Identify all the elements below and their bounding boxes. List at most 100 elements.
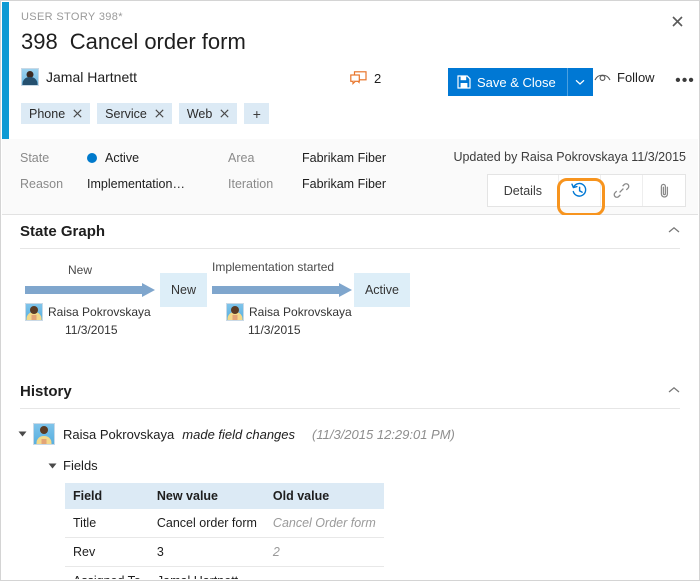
close-icon[interactable] <box>664 8 690 34</box>
detail-tab-group: Details <box>487 174 686 207</box>
tag-chip[interactable]: Web <box>179 103 237 124</box>
history-fields-node[interactable]: Fields <box>50 458 698 473</box>
field-reason-value-wrap[interactable]: Implementation… <box>87 177 185 191</box>
history-title: History <box>20 383 72 400</box>
history-entry-row[interactable]: Raisa Pokrovskaya made field changes (11… <box>20 423 698 445</box>
work-item-dialog: USER STORY 398* 398 Cancel order form Ja… <box>0 0 700 581</box>
field-state-label: State <box>20 151 49 165</box>
column-header-old-value: Old value <box>265 483 384 509</box>
history-person-name: Raisa Pokrovskaya <box>63 427 174 442</box>
state-graph-title: State Graph <box>20 223 105 240</box>
tag-label: Phone <box>29 107 65 121</box>
comment-bubbles-icon <box>350 71 367 86</box>
tag-chip[interactable]: Phone <box>21 103 90 124</box>
field-iteration-value-wrap[interactable]: Fabrikam Fiber <box>302 177 386 191</box>
save-button[interactable]: Save & Close <box>448 68 568 96</box>
column-header-field: Field <box>65 483 149 509</box>
cell-field: Title <box>65 509 149 538</box>
field-area-label: Area <box>228 151 254 165</box>
chevron-up-icon[interactable] <box>668 386 680 394</box>
follow-button-label: Follow <box>617 70 655 85</box>
tab-attachments[interactable] <box>643 175 685 206</box>
tab-history[interactable] <box>559 175 601 206</box>
table-row: Title Cancel order form Cancel Order for… <box>65 509 384 538</box>
field-iteration-label-wrap: Iteration <box>228 177 273 191</box>
triangle-expand-icon[interactable] <box>49 463 57 468</box>
tab-links[interactable] <box>601 175 643 206</box>
transition-date: 11/3/2015 <box>248 323 301 337</box>
close-x-icon[interactable] <box>220 109 229 118</box>
field-state-value-wrap[interactable]: Active <box>87 151 139 165</box>
history-changes-table: Field New value Old value Title Cancel o… <box>65 483 384 579</box>
cell-new-value: 3 <box>149 538 265 567</box>
state-dot-icon <box>87 153 97 163</box>
field-area-label-wrap: Area <box>228 151 254 165</box>
field-iteration-label: Iteration <box>228 177 273 191</box>
close-x-icon[interactable] <box>155 109 164 118</box>
history-action-text: made field changes <box>182 427 295 442</box>
transition-label: New <box>68 263 92 277</box>
tag-label: Web <box>187 107 212 121</box>
transition-person: Raisa Pokrovskaya <box>226 303 352 321</box>
field-state-label-wrap: State <box>20 151 49 165</box>
state-node-active: Active <box>354 273 410 307</box>
more-actions-button[interactable]: ••• <box>673 68 697 94</box>
updated-by-text: Updated by Raisa Pokrovskaya 11/3/2015 <box>453 150 686 164</box>
field-summary-strip: State Active Reason Implementation… Area… <box>2 139 698 215</box>
table-row: Assigned To Jamal Hartnett <box>65 567 384 580</box>
cell-old-value: Cancel Order form <box>265 509 384 538</box>
transition-label: Implementation started <box>212 260 334 274</box>
add-tag-button[interactable]: + <box>244 103 269 124</box>
cell-old-value: 2 <box>265 538 384 567</box>
work-item-id: 398 <box>21 29 58 55</box>
transition-arrow <box>25 283 155 297</box>
cell-field: Rev <box>65 538 149 567</box>
transition-person: Raisa Pokrovskaya <box>25 303 151 321</box>
cell-field: Assigned To <box>65 567 149 580</box>
follow-button[interactable]: Follow <box>594 70 655 85</box>
transition-arrow <box>212 283 352 297</box>
tab-details[interactable]: Details <box>488 175 559 206</box>
history-fields-label: Fields <box>63 458 98 473</box>
person-avatar-icon <box>33 423 55 445</box>
eye-icon <box>594 72 611 84</box>
assigned-to-row[interactable]: Jamal Hartnett <box>21 68 137 86</box>
cell-new-value: Cancel order form <box>149 509 265 538</box>
tag-chip[interactable]: Service <box>97 103 172 124</box>
cell-new-value: Jamal Hartnett <box>149 567 265 580</box>
work-item-header: USER STORY 398* 398 Cancel order form Ja… <box>9 2 698 139</box>
state-graph-diagram: New Raisa Pokrovskaya 11/3/2015 New Impl… <box>20 263 698 363</box>
save-and-close-group[interactable]: Save & Close <box>448 68 593 96</box>
assigned-to-name: Jamal Hartnett <box>46 69 137 85</box>
history-section-header: History <box>20 375 680 409</box>
paperclip-icon <box>656 182 673 199</box>
work-item-accent-bar <box>2 2 9 139</box>
history-clock-icon <box>571 182 588 199</box>
close-x-icon[interactable] <box>73 109 82 118</box>
history-timestamp: (11/3/2015 12:29:01 PM) <box>312 427 455 442</box>
transition-date: 11/3/2015 <box>65 323 118 337</box>
link-chain-icon <box>613 182 630 199</box>
person-avatar-icon <box>21 68 39 86</box>
save-disk-icon <box>457 75 471 89</box>
field-iteration-value: Fabrikam Fiber <box>302 177 386 191</box>
page-title[interactable]: Cancel order form <box>70 29 246 55</box>
chevron-up-icon[interactable] <box>668 226 680 234</box>
field-area-value: Fabrikam Fiber <box>302 151 386 165</box>
title-row: 398 Cancel order form <box>21 29 246 55</box>
breadcrumb: USER STORY 398* <box>21 11 123 23</box>
state-node-new: New <box>160 273 207 307</box>
tag-label: Service <box>105 107 147 121</box>
cell-old-value <box>265 567 384 580</box>
work-item-content: State Graph New Raisa Pokrovskaya 11/3/2… <box>2 215 698 579</box>
field-area-value-wrap[interactable]: Fabrikam Fiber <box>302 151 386 165</box>
field-reason-label-wrap: Reason <box>20 177 63 191</box>
person-avatar-icon <box>25 303 43 321</box>
person-avatar-icon <box>226 303 244 321</box>
discussion-count-group[interactable]: 2 <box>350 71 381 86</box>
tags-row: Phone Service Web <box>21 103 269 124</box>
chevron-down-icon[interactable] <box>568 68 593 96</box>
table-row: Rev 3 2 <box>65 538 384 567</box>
field-state-value: Active <box>105 151 139 165</box>
triangle-expand-icon[interactable] <box>19 432 27 437</box>
